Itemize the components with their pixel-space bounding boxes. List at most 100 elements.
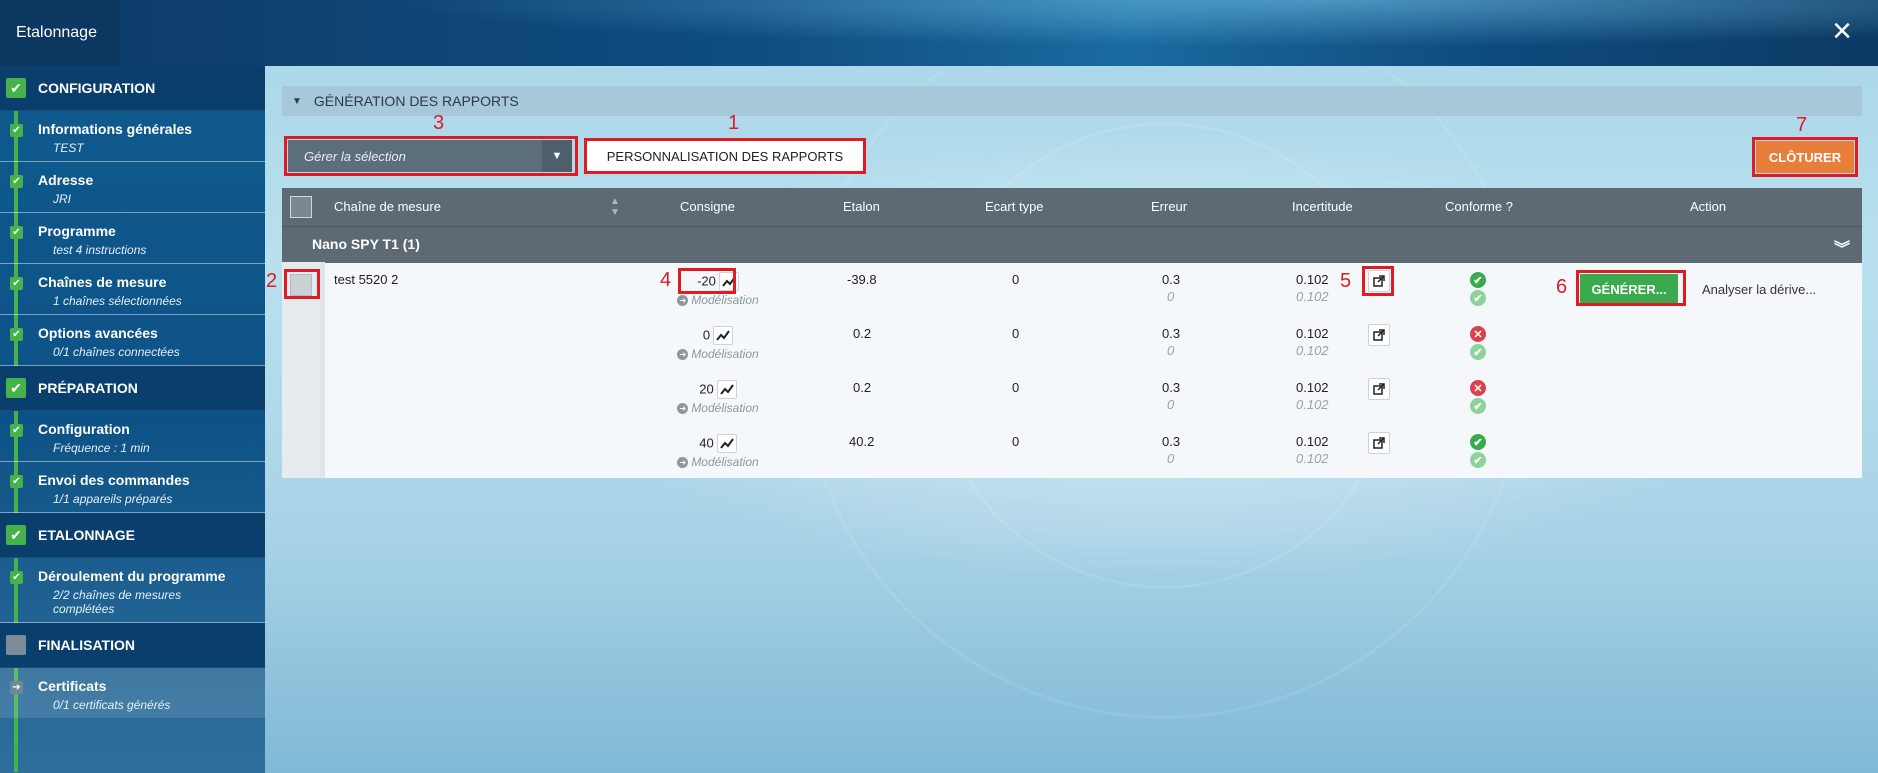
erreur-value: 0.3 (1162, 380, 1181, 395)
sidebar-item-sub: 1/1 appareils préparés (53, 492, 173, 506)
window-title: Etalonnage (0, 0, 120, 66)
sidebar-item-sub: 0/1 chaînes connectées (53, 345, 180, 359)
incertitude-value-secondary: 0.102 (1296, 397, 1329, 412)
collapse-caret-icon[interactable]: ▼ (292, 96, 302, 107)
group-row[interactable]: Nano SPY T1 (1) ︾ (282, 226, 1862, 263)
check-icon: ✔ (10, 571, 23, 584)
consigne-value: 20 (699, 381, 714, 397)
sidebar-item-sub: Fréquence : 1 min (53, 441, 150, 455)
ecart-value: 0 (1012, 434, 1020, 449)
sidebar-item-sub: 0/1 certificats générés (53, 698, 171, 712)
consigne-cell: 40 ➜ Modélisation (673, 434, 763, 469)
check-icon: ✔ (6, 78, 26, 98)
etalon-value: 0.2 (853, 326, 872, 341)
section-preparation[interactable]: ✔ PRÉPARATION (0, 366, 265, 411)
section-finalisation[interactable]: FINALISATION (0, 623, 265, 668)
check-icon: ✔ (10, 124, 23, 137)
annotation-number-4: 4 (660, 269, 672, 291)
chart-line-icon[interactable] (716, 380, 737, 399)
pending-box-icon (6, 635, 26, 655)
close-icon[interactable]: × (1824, 14, 1860, 50)
external-link-icon[interactable] (1368, 378, 1390, 400)
incertitude-value-secondary: 0.102 (1296, 289, 1329, 304)
modelisation-link[interactable]: ➜ Modélisation (673, 293, 763, 307)
generate-button[interactable]: GÉNÉRER... (1580, 274, 1678, 304)
incertitude-value: 0.102 (1296, 380, 1329, 395)
consigne-cell: -20 ➜ Modélisation (673, 272, 763, 307)
sidebar-item-configuration[interactable]: ✔ Configuration Fréquence : 1 min (0, 411, 265, 462)
customize-reports-button[interactable]: PERSONNALISATION DES RAPPORTS (586, 140, 864, 172)
group-label: Nano SPY T1 (1) (312, 236, 420, 252)
expand-icon[interactable]: ︾ (1834, 235, 1850, 259)
external-link-icon[interactable] (1368, 270, 1390, 292)
chart-line-icon[interactable] (716, 434, 737, 453)
selection-dropdown[interactable]: Gérer la sélection ▼ (288, 140, 572, 172)
arrow-circle-icon: ➜ (677, 295, 689, 307)
reports-panel-header[interactable]: ▼ GÉNÉRATION DES RAPPORTS (282, 86, 1862, 116)
incertitude-value-secondary: 0.102 (1296, 451, 1329, 466)
annotation-number-6: 6 (1556, 276, 1568, 298)
erreur-value-secondary: 0 (1167, 451, 1175, 466)
consigne-value: 0 (702, 327, 711, 343)
close-reports-button[interactable]: CLÔTURER (1756, 141, 1854, 173)
check-circle-icon: ✔ (1470, 452, 1486, 468)
erreur-value-secondary: 0 (1167, 343, 1175, 358)
title-bar: Etalonnage × (0, 0, 1878, 66)
sort-icon[interactable]: ▲ ▼ (610, 196, 620, 218)
sidebar-item-label: Déroulement du programme (38, 568, 226, 584)
chart-line-icon[interactable] (718, 272, 739, 291)
col-action: Action (1690, 199, 1727, 214)
sidebar-item-label: Informations générales (38, 121, 193, 137)
modelisation-link[interactable]: ➜ Modélisation (673, 347, 763, 361)
sidebar-item-adresse[interactable]: ✔ Adresse JRI (0, 162, 265, 213)
panel-title: GÉNÉRATION DES RAPPORTS (313, 93, 519, 109)
arrow-circle-icon: ➜ (677, 457, 689, 469)
annotation-number-7: 7 (1796, 114, 1808, 136)
sidebar-item-label: Chaînes de mesure (38, 274, 167, 290)
chart-line-icon[interactable] (713, 326, 734, 345)
sidebar-item-programme[interactable]: ✔ Programme test 4 instructions (0, 213, 265, 264)
annotation-number-5: 5 (1340, 270, 1352, 292)
reports-table: Chaîne de mesure ▲ ▼ Consigne Etalon Ecar… (282, 188, 1862, 478)
incertitude-value: 0.102 (1296, 326, 1329, 341)
sidebar-item-options[interactable]: ✔ Options avancées 0/1 chaînes connectée… (0, 315, 265, 366)
analyse-drift-link[interactable]: Analyser la dérive... (1702, 282, 1816, 297)
arrow-circle-icon: ➜ (677, 403, 689, 415)
sidebar-item-sub: 2/2 chaînes de mesures complétées (53, 588, 182, 616)
modelisation-link[interactable]: ➜ Modélisation (673, 401, 763, 415)
sidebar-item-label: Configuration (38, 421, 130, 437)
modelisation-label: Modélisation (691, 293, 759, 307)
sidebar-item-informations[interactable]: ✔ Informations générales TEST (0, 111, 265, 162)
external-link-icon[interactable] (1368, 432, 1390, 454)
arrow-circle-icon: ➜ (677, 349, 689, 361)
check-circle-icon: ✔ (1470, 398, 1486, 414)
sidebar-item-certificats[interactable]: ➔ Certificats 0/1 certificats générés (0, 668, 265, 718)
check-icon: ✔ (10, 175, 23, 188)
sidebar-item-label: Certificats (38, 678, 107, 694)
annotation-number-2: 2 (266, 270, 278, 292)
check-icon: ✔ (6, 525, 26, 545)
check-icon: ✔ (10, 475, 23, 488)
check-circle-icon: ✔ (1470, 344, 1486, 360)
table-header: Chaîne de mesure ▲ ▼ Consigne Etalon Ecar… (282, 188, 1862, 226)
sidebar-item-deroulement[interactable]: ✔ Déroulement du programme 2/2 chaînes d… (0, 558, 265, 623)
modelisation-link[interactable]: ➜ Modélisation (673, 455, 763, 469)
sidebar-item-envoi[interactable]: ✔ Envoi des commandes 1/1 appareils prép… (0, 462, 265, 513)
check-icon: ✔ (10, 226, 23, 239)
etalon-value: 0.2 (853, 380, 872, 395)
workflow-sidebar: ✔ CONFIGURATION ✔ Informations générales… (0, 66, 265, 773)
incertitude-value-secondary: 0.102 (1296, 343, 1329, 358)
section-title: ETALONNAGE (38, 527, 135, 543)
sidebar-item-sub: 1 chaînes sélectionnées (53, 294, 182, 308)
row-checkbox[interactable] (290, 274, 312, 296)
section-etalonnage[interactable]: ✔ ETALONNAGE (0, 513, 265, 558)
col-chaine[interactable]: Chaîne de mesure (334, 199, 441, 214)
external-link-icon[interactable] (1368, 324, 1390, 346)
incertitude-value: 0.102 (1296, 272, 1329, 287)
section-configuration[interactable]: ✔ CONFIGURATION (0, 66, 265, 111)
chevron-down-icon[interactable]: ▼ (542, 140, 572, 172)
select-all-checkbox[interactable] (290, 196, 312, 218)
erreur-value-secondary: 0 (1167, 289, 1175, 304)
consigne-cell: 0 ➜ Modélisation (673, 326, 763, 361)
sidebar-item-chaines[interactable]: ✔ Chaînes de mesure 1 chaînes sélectionn… (0, 264, 265, 315)
